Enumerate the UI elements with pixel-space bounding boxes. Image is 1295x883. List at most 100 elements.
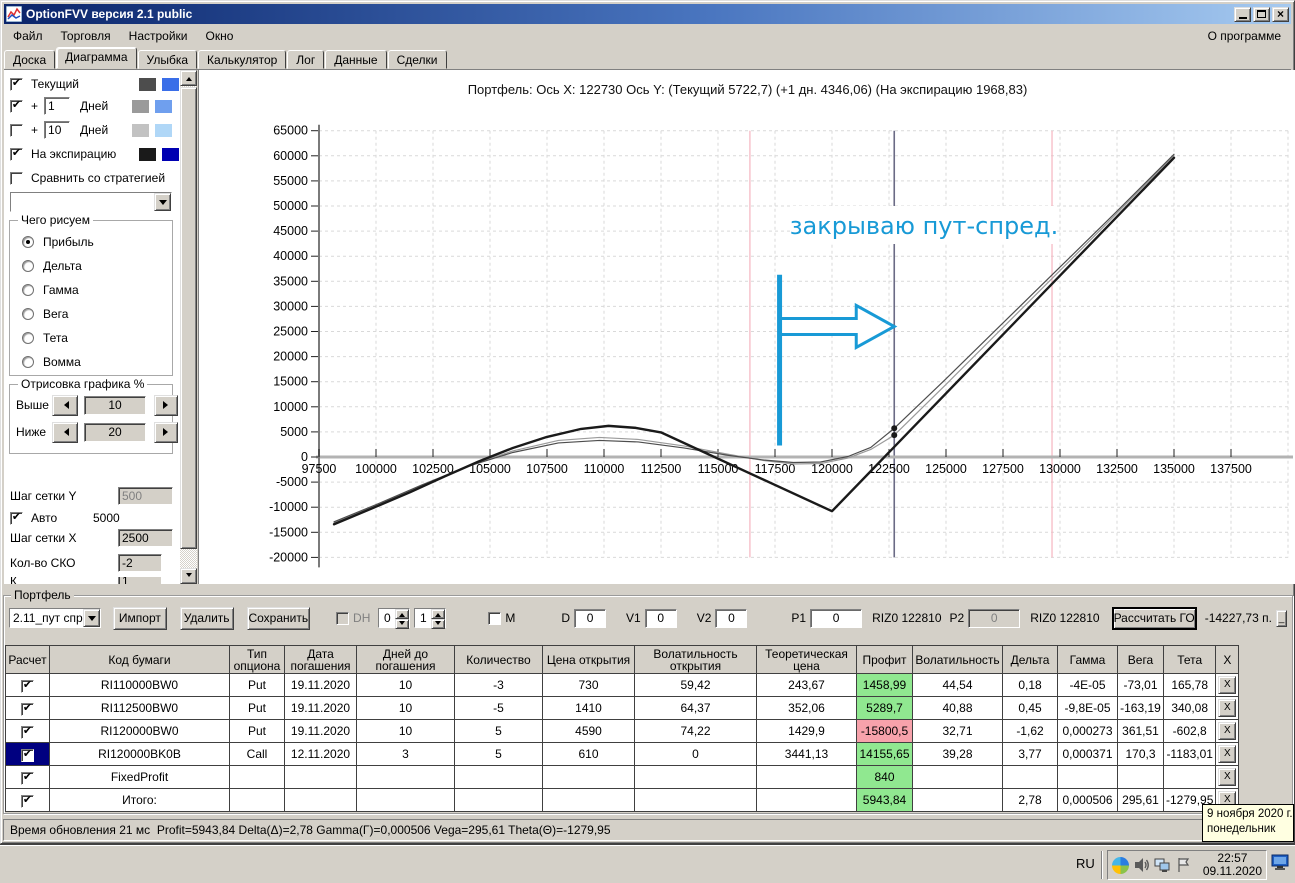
delete-row-button[interactable]: X bbox=[1218, 768, 1237, 786]
tab-log[interactable]: Лог bbox=[287, 50, 325, 69]
table-row[interactable]: RI120000BW0Put19.11.2020105459074,221429… bbox=[5, 719, 1240, 743]
language-indicator[interactable]: RU bbox=[1076, 856, 1095, 871]
row-checkbox[interactable] bbox=[21, 725, 34, 739]
column-header[interactable]: Теоретическая цена bbox=[756, 645, 857, 674]
row-check-cell[interactable] bbox=[5, 696, 50, 720]
menu-settings[interactable]: Настройки bbox=[120, 27, 197, 45]
clipped-input[interactable] bbox=[118, 577, 162, 584]
below-increase-button[interactable] bbox=[154, 421, 178, 443]
column-header[interactable]: Вега bbox=[1117, 645, 1164, 674]
calculate-go-button[interactable]: Рассчитать ГО bbox=[1111, 606, 1197, 630]
draw-option-Прибыль[interactable]: Прибыль bbox=[22, 235, 172, 249]
column-header[interactable]: Код бумаги bbox=[49, 645, 230, 674]
tab-calculator[interactable]: Калькулятор bbox=[198, 50, 287, 69]
row-check-cell[interactable] bbox=[5, 719, 50, 743]
table-row[interactable]: RI112500BW0Put19.11.202010-5141064,37352… bbox=[5, 696, 1240, 720]
tab-data[interactable]: Данные bbox=[325, 50, 387, 69]
column-header[interactable]: Цена открытия bbox=[542, 645, 635, 674]
delete-row-button[interactable]: X bbox=[1218, 676, 1237, 694]
tab-deals[interactable]: Сделки bbox=[387, 50, 447, 69]
spin-down-button[interactable] bbox=[431, 619, 446, 629]
close-button[interactable]: × bbox=[1272, 6, 1289, 22]
row-checkbox[interactable] bbox=[21, 702, 34, 716]
volume-icon[interactable] bbox=[1133, 857, 1150, 874]
radio-icon[interactable] bbox=[22, 332, 34, 344]
column-header[interactable]: Гамма bbox=[1057, 645, 1118, 674]
radio-icon[interactable] bbox=[22, 260, 34, 272]
menu-trade[interactable]: Торговля bbox=[52, 27, 120, 45]
auto-checkbox[interactable] bbox=[10, 511, 23, 525]
import-button[interactable]: Импорт bbox=[113, 606, 167, 630]
app-tray-icon[interactable] bbox=[1112, 856, 1129, 874]
titlebar[interactable]: OptionFVV версия 2.1 public × bbox=[4, 4, 1291, 24]
column-header[interactable]: Дельта bbox=[1002, 645, 1058, 674]
spin-up-button[interactable] bbox=[431, 609, 446, 619]
strategy-combobox-dropdown-button[interactable] bbox=[154, 193, 171, 211]
save-button[interactable]: Сохранить bbox=[246, 606, 311, 630]
draw-option-Гамма[interactable]: Гамма bbox=[22, 283, 172, 297]
row-checkbox[interactable] bbox=[21, 748, 34, 762]
draw-option-Тета[interactable]: Тета bbox=[22, 331, 172, 345]
delete-button[interactable]: Удалить bbox=[179, 606, 234, 630]
dh-checkbox[interactable] bbox=[336, 611, 350, 625]
draw-option-Вомма[interactable]: Вомма bbox=[22, 355, 172, 369]
row-check-cell[interactable] bbox=[5, 742, 50, 766]
column-header[interactable]: Расчет bbox=[5, 645, 50, 674]
plus1-checkbox[interactable] bbox=[10, 99, 23, 113]
tab-diagram[interactable]: Диаграмма bbox=[56, 47, 137, 69]
row-check-cell[interactable] bbox=[5, 673, 50, 697]
row-checkbox[interactable] bbox=[21, 679, 34, 693]
grid-step-x-input[interactable] bbox=[118, 529, 173, 547]
show-desktop-icon[interactable] bbox=[1271, 854, 1290, 871]
column-header[interactable]: Профит bbox=[856, 645, 913, 674]
expiry-checkbox[interactable] bbox=[10, 147, 23, 161]
above-increase-button[interactable] bbox=[154, 394, 178, 416]
current-checkbox[interactable] bbox=[10, 77, 23, 91]
plus10-days-input[interactable] bbox=[44, 121, 71, 139]
row-checkbox[interactable] bbox=[21, 794, 34, 808]
tab-smile[interactable]: Улыбка bbox=[137, 50, 198, 69]
clock[interactable]: 22:57 09.11.2020 bbox=[1203, 852, 1262, 878]
scroll-down-button[interactable] bbox=[180, 568, 197, 584]
table-row[interactable]: RI120000BK0BCall12.11.20203561003441,131… bbox=[5, 742, 1240, 766]
column-header[interactable]: Волатильность открытия bbox=[634, 645, 757, 674]
column-header[interactable]: Тип опциона bbox=[229, 645, 285, 674]
compare-checkbox[interactable] bbox=[10, 171, 23, 185]
strategy-combobox[interactable] bbox=[10, 192, 172, 212]
network-icon[interactable] bbox=[1154, 857, 1171, 874]
d-input[interactable] bbox=[574, 608, 607, 628]
delete-row-button[interactable]: X bbox=[1218, 722, 1237, 740]
column-header[interactable]: Тета bbox=[1162, 645, 1217, 674]
radio-icon[interactable] bbox=[22, 284, 34, 296]
v2-input[interactable] bbox=[715, 608, 748, 628]
row-check-cell[interactable] bbox=[5, 788, 50, 812]
collapse-button[interactable]: _ bbox=[1275, 609, 1288, 627]
scrollbar-thumb[interactable] bbox=[180, 87, 197, 549]
minimize-button[interactable] bbox=[1234, 6, 1251, 22]
sko-count-input[interactable] bbox=[118, 554, 162, 572]
column-header[interactable]: Дней до погашения bbox=[356, 645, 455, 674]
row-checkbox[interactable] bbox=[21, 771, 34, 785]
menu-about[interactable]: О программе bbox=[1199, 27, 1291, 45]
tab-board[interactable]: Доска bbox=[4, 50, 56, 69]
below-decrease-button[interactable] bbox=[52, 421, 78, 443]
table-row[interactable]: FixedProfit 840 X bbox=[5, 765, 1240, 789]
p1-input[interactable] bbox=[810, 608, 863, 628]
sidebar-scrollbar[interactable] bbox=[180, 70, 197, 584]
table-row[interactable]: RI110000BW0Put19.11.202010-373059,42243,… bbox=[5, 673, 1240, 697]
plus1-days-input[interactable] bbox=[44, 97, 71, 115]
radio-icon[interactable] bbox=[22, 308, 34, 320]
delete-row-button[interactable]: X bbox=[1218, 745, 1237, 763]
flag-icon[interactable] bbox=[1175, 857, 1192, 874]
dh-spinner-1[interactable]: 0 bbox=[378, 608, 411, 629]
plus10-checkbox[interactable] bbox=[10, 123, 23, 137]
v1-input[interactable] bbox=[644, 608, 677, 628]
draw-option-Вега[interactable]: Вега bbox=[22, 307, 172, 321]
menu-file[interactable]: Файл bbox=[4, 27, 52, 45]
column-header[interactable]: Дата погашения bbox=[284, 645, 357, 674]
table-row[interactable]: Итого:5943,842,780,000506295,61-1279,95X bbox=[5, 788, 1240, 812]
radio-icon[interactable] bbox=[22, 356, 34, 368]
column-header[interactable]: Волатильность bbox=[912, 645, 1003, 674]
column-header[interactable]: Количество bbox=[454, 645, 543, 674]
maximize-button[interactable] bbox=[1253, 6, 1270, 22]
